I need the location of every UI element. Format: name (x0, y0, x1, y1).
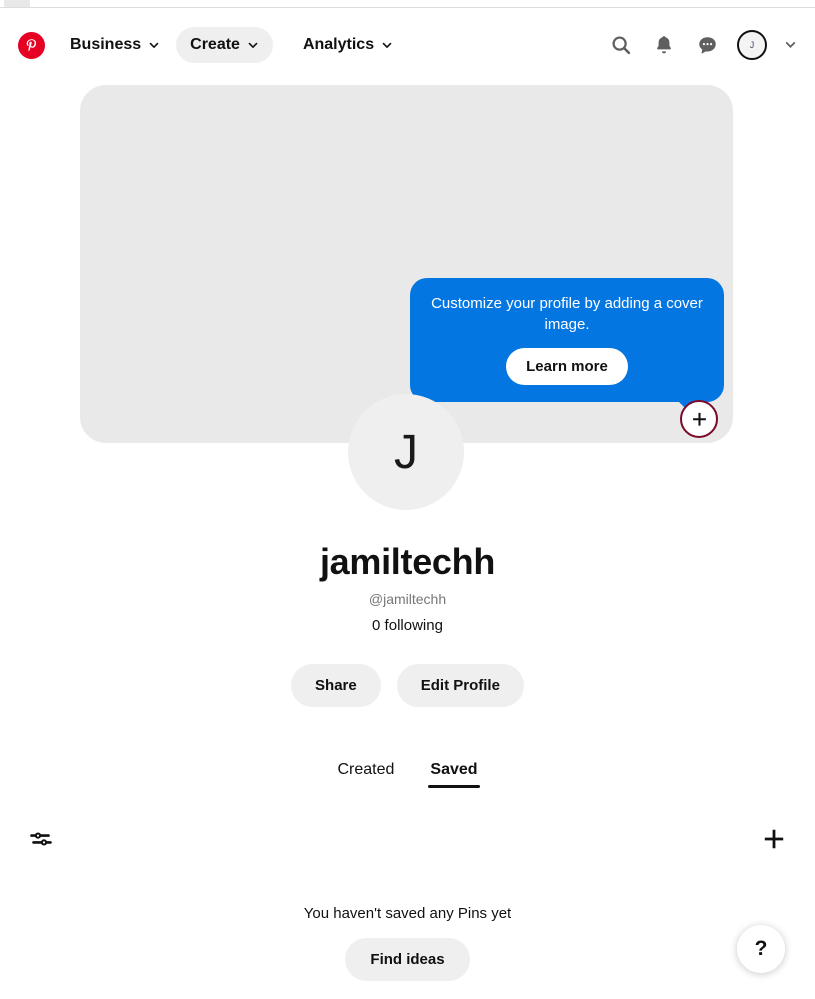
avatar[interactable]: J (737, 30, 767, 60)
help-button[interactable]: ? (737, 925, 785, 973)
pinterest-logo[interactable] (18, 31, 45, 59)
nav-item-business[interactable]: Business (56, 27, 174, 63)
learn-more-button[interactable]: Learn more (506, 347, 628, 385)
plus-icon (692, 412, 706, 426)
account-chevron-down-icon[interactable] (784, 39, 797, 52)
profile-tabs: Created Saved (0, 758, 815, 788)
nav-item-analytics[interactable]: Analytics (289, 27, 407, 63)
tab-saved[interactable]: Saved (428, 758, 480, 788)
boards-toolbar (0, 824, 815, 858)
profile-avatar-initial: J (394, 425, 418, 479)
nav-item-create-label: Create (190, 36, 240, 53)
sliders-icon[interactable] (26, 824, 56, 854)
chevron-down-icon (148, 39, 160, 51)
bell-icon[interactable] (651, 32, 677, 58)
nav-item-analytics-label: Analytics (302, 36, 375, 53)
message-bubble-icon[interactable] (694, 32, 720, 58)
profile-handle: @jamiltechh (368, 591, 447, 608)
question-mark-icon: ? (754, 937, 768, 960)
empty-state-message: You haven't saved any Pins yet (303, 905, 512, 922)
page-title: jamiltechh (319, 541, 496, 582)
chevron-down-icon (381, 39, 393, 51)
find-ideas-button[interactable]: Find ideas (345, 938, 470, 981)
add-cover-image-button[interactable] (680, 400, 718, 438)
tooltip-message: Customize your profile by adding a cover… (431, 295, 703, 334)
cover-image-tooltip: Customize your profile by adding a cover… (410, 278, 724, 412)
edit-profile-button[interactable]: Edit Profile (396, 664, 524, 707)
profile-action-buttons: Share Edit Profile (0, 664, 815, 707)
browser-tab (4, 0, 30, 7)
nav-item-business-label: Business (70, 36, 142, 53)
app-header: Business Create Analytics J (0, 9, 815, 81)
empty-state: You haven't saved any Pins yet Find idea… (0, 905, 815, 981)
browser-top-strip (0, 0, 815, 8)
create-board-plus-icon[interactable] (759, 824, 789, 854)
share-button[interactable]: Share (291, 664, 381, 707)
header-right-group: J (608, 30, 815, 60)
search-icon[interactable] (608, 32, 634, 58)
profile-following-count: 0 following (372, 617, 443, 635)
nav-item-create[interactable]: Create (176, 27, 273, 63)
profile-info: jamiltechh @jamiltechh 0 following (0, 540, 815, 634)
avatar-initial: J (749, 40, 755, 50)
header-left-group: Business Create Analytics (0, 27, 407, 63)
tab-created[interactable]: Created (335, 758, 396, 788)
profile-avatar[interactable]: J (348, 394, 464, 510)
chevron-down-icon (247, 39, 259, 51)
